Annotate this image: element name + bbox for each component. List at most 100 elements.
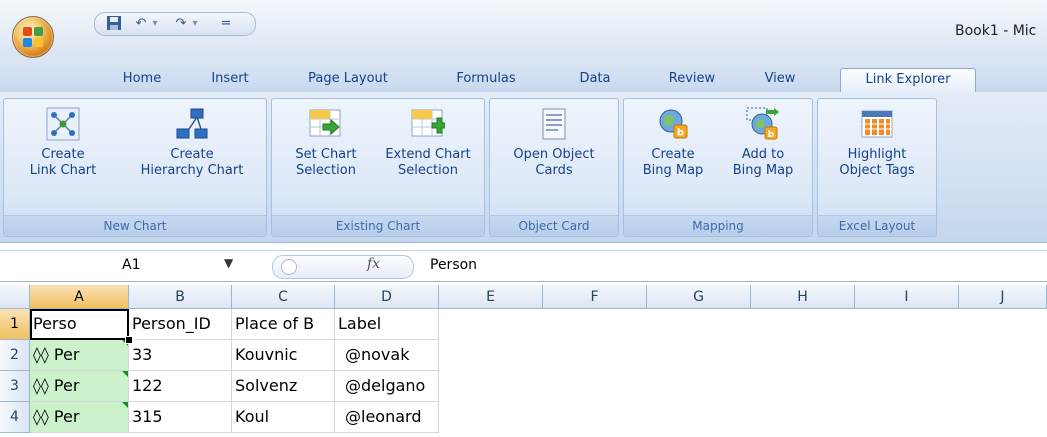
tab-view[interactable]: View: [755, 68, 805, 92]
row-header-1[interactable]: 1: [0, 309, 30, 340]
column-header-i[interactable]: I: [855, 285, 959, 309]
quick-access-toolbar: ↶ ▾ ↷ ▾ =: [94, 12, 256, 36]
set-chart-selection-label-1: Set Chart: [295, 147, 357, 162]
create-hierarchy-chart-label-1: Create: [170, 147, 214, 162]
bing-map-icon: b: [656, 107, 690, 141]
svg-text:b: b: [768, 130, 775, 140]
redo-arrow-icon[interactable]: ↷: [173, 15, 189, 33]
column-header-a[interactable]: A: [30, 285, 129, 309]
hierarchy-chart-icon: [175, 107, 209, 141]
redo-dropdown-icon[interactable]: ▾: [189, 15, 201, 33]
extend-chart-selection-label-1: Extend Chart: [385, 147, 471, 162]
column-header-g[interactable]: G: [647, 285, 751, 309]
svg-text:b: b: [677, 128, 684, 139]
add-to-bing-map-icon: b: [746, 107, 780, 141]
link-chart-icon: [46, 107, 80, 141]
highlight-object-tags-label-1: Highlight: [847, 147, 907, 162]
tab-review[interactable]: Review: [660, 68, 724, 92]
highlight-object-tags-button[interactable]: Highlight Object Tags: [822, 107, 932, 179]
office-logo-icon: [23, 27, 43, 47]
office-button[interactable]: [12, 16, 54, 58]
row-header-4[interactable]: 4: [0, 402, 30, 433]
open-object-cards-button[interactable]: Open Object Cards: [494, 107, 614, 179]
row-header-2[interactable]: 2: [0, 340, 30, 371]
column-header-d[interactable]: D: [335, 285, 439, 309]
row-header-3[interactable]: 3: [0, 371, 30, 402]
cancel-entry-icon[interactable]: [281, 259, 297, 275]
spreadsheet-grid: A B C D E F G H I J 1 2 3 4 Perso Person…: [0, 285, 1047, 437]
name-box-dropdown-icon[interactable]: ▼: [224, 256, 233, 270]
customize-toolbar-icon[interactable]: =: [219, 15, 233, 33]
tab-insert[interactable]: Insert: [200, 68, 260, 92]
extend-chart-selection-icon: [411, 107, 446, 141]
column-a-spacer: [30, 309, 61, 437]
column-header-j[interactable]: J: [959, 285, 1047, 309]
insert-function-label: fx: [367, 256, 381, 272]
undo-arrow-icon[interactable]: ↶: [133, 15, 149, 33]
cell-d4[interactable]: @leonard: [335, 402, 439, 433]
group-new-chart: Create Link Chart Create Hierarchy Chart…: [3, 98, 267, 237]
tab-data[interactable]: Data: [570, 68, 620, 92]
tab-formulas[interactable]: Formulas: [446, 68, 526, 92]
create-bing-map-label-1: Create: [651, 147, 695, 162]
column-header-e[interactable]: E: [439, 285, 543, 309]
highlight-tags-icon: [860, 107, 894, 141]
set-chart-selection-button[interactable]: Set Chart Selection: [276, 107, 376, 179]
add-to-bing-map-label-1: Add to: [741, 147, 785, 162]
set-chart-selection-label-2: Selection: [296, 163, 356, 178]
open-object-cards-label-1: Open Object: [513, 147, 595, 162]
formula-input[interactable]: Person: [430, 257, 477, 273]
highlight-object-tags-label-2: Object Tags: [839, 163, 915, 178]
cell-d3[interactable]: @delgano: [335, 371, 439, 402]
column-header-h[interactable]: H: [751, 285, 855, 309]
select-all-corner[interactable]: [0, 285, 30, 309]
name-box-value: A1: [122, 257, 141, 273]
open-object-cards-label-2: Cards: [535, 163, 573, 178]
formula-tools: fx: [272, 255, 414, 279]
cell-indicator: [122, 371, 128, 377]
group-excel-layout: Highlight Object Tags Excel Layout: [817, 98, 937, 237]
ribbon: Create Link Chart Create Hierarchy Chart…: [0, 92, 1047, 243]
create-hierarchy-chart-button[interactable]: Create Hierarchy Chart: [124, 107, 260, 179]
cell-b1[interactable]: Person_ID: [129, 309, 232, 340]
cell-c2[interactable]: Kouvnic: [232, 340, 335, 371]
title-bar: ↶ ▾ ↷ ▾ = Book1 - Mic: [0, 0, 1047, 59]
create-link-chart-button[interactable]: Create Link Chart: [8, 107, 118, 179]
group-label-excel-layout: Excel Layout: [818, 215, 936, 236]
cell-b4[interactable]: 315: [129, 402, 232, 433]
cell-d2[interactable]: @novak: [335, 340, 439, 371]
add-to-bing-map-label-2: Bing Map: [732, 163, 794, 178]
tab-link-explorer[interactable]: Link Explorer: [840, 68, 976, 93]
cell-c3[interactable]: Solvenz: [232, 371, 335, 402]
cell-b3[interactable]: 122: [129, 371, 232, 402]
group-object-card: Open Object Cards Object Card: [489, 98, 619, 237]
formula-bar: A1 ▼ fx Person: [0, 250, 1047, 282]
cell-c4[interactable]: Koul: [232, 402, 335, 433]
tab-page-layout[interactable]: Page Layout: [300, 68, 396, 92]
add-to-bing-map-button[interactable]: b Add to Bing Map: [718, 107, 808, 179]
create-bing-map-button[interactable]: b Create Bing Map: [628, 107, 718, 179]
object-card-icon: [537, 107, 571, 141]
extend-chart-selection-button[interactable]: Extend Chart Selection: [376, 107, 480, 179]
tab-home[interactable]: Home: [112, 68, 172, 92]
set-chart-selection-icon: [309, 107, 343, 141]
create-bing-map-label-2: Bing Map: [642, 163, 704, 178]
column-header-c[interactable]: C: [232, 285, 335, 309]
create-link-chart-label-2: Link Chart: [29, 163, 97, 178]
group-label-existing-chart: Existing Chart: [272, 215, 484, 236]
name-box[interactable]: A1 ▼: [2, 254, 242, 276]
fill-handle[interactable]: [125, 336, 133, 344]
group-mapping: b Create Bing Map b Add to Bing Map Mapp…: [623, 98, 813, 237]
insert-function-icon[interactable]: fx: [367, 256, 380, 272]
create-hierarchy-chart-label-2: Hierarchy Chart: [140, 163, 244, 178]
cell-b2[interactable]: 33: [129, 340, 232, 371]
undo-dropdown-icon[interactable]: ▾: [149, 15, 161, 33]
cell-d1[interactable]: Label: [335, 309, 439, 340]
floppy-disk-icon[interactable]: [105, 15, 123, 33]
create-link-chart-label-1: Create: [41, 147, 85, 162]
column-header-f[interactable]: F: [543, 285, 647, 309]
group-label-new-chart: New Chart: [4, 215, 266, 236]
column-header-b[interactable]: B: [129, 285, 232, 309]
cell-c1[interactable]: Place of B: [232, 309, 335, 340]
ribbon-tabs: Home Insert Page Layout Formulas Data Re…: [0, 58, 1047, 93]
